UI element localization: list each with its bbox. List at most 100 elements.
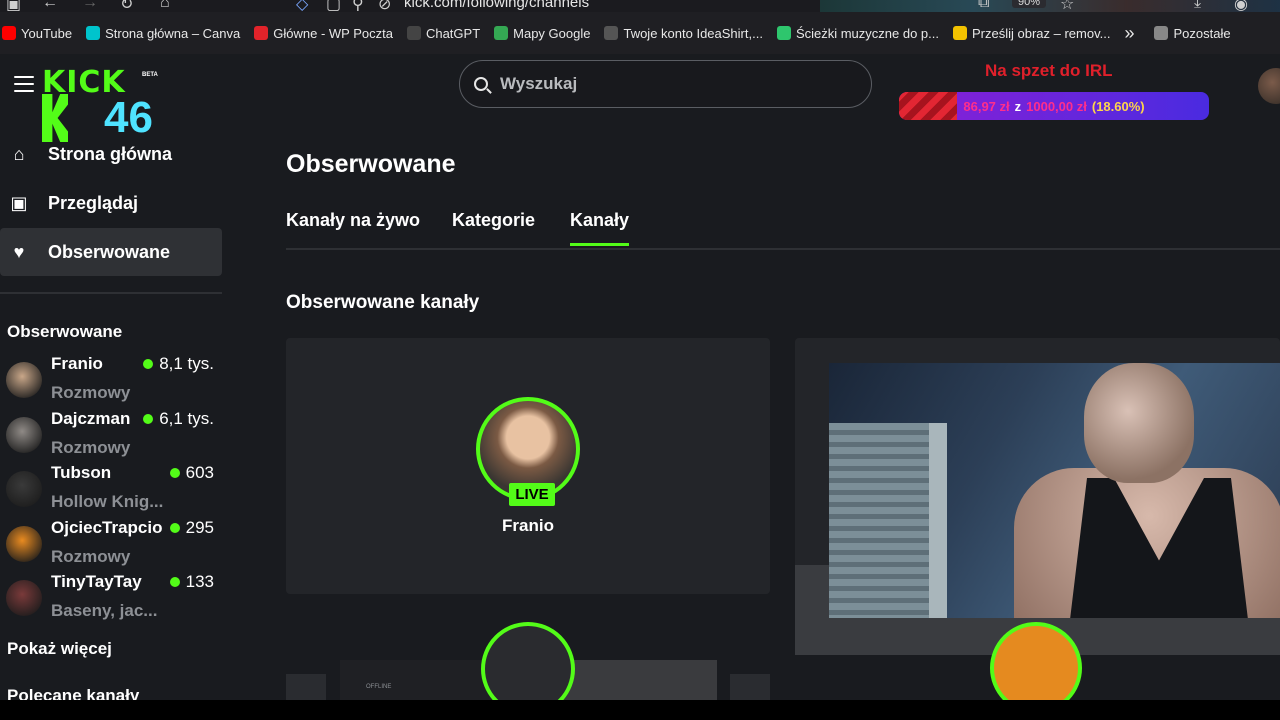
bookmark-item[interactable]: Główne - WP Poczta xyxy=(254,26,393,41)
channel-card-name[interactable]: Franio xyxy=(286,516,770,536)
live-dot-icon xyxy=(143,359,154,369)
channel-avatar xyxy=(6,471,42,507)
channel-name: TinyTayTay xyxy=(51,572,142,591)
channel-category: Rozmowy xyxy=(51,546,131,566)
bookmark-label: Prześlij obraz – remov... xyxy=(972,25,1111,41)
viewer-count: 603 xyxy=(169,463,214,483)
sidebar-channel[interactable]: Dajczman 6,1 tys. Rozmowy xyxy=(6,409,222,463)
live-dot-icon xyxy=(169,468,180,478)
user-avatar[interactable] xyxy=(1258,68,1280,104)
channel-name: Dajczman xyxy=(51,408,131,428)
bookmark-item[interactable]: YouTube xyxy=(2,26,72,41)
reload-icon[interactable]: ↻ xyxy=(120,0,133,12)
bookmark-label: ChatGPT xyxy=(425,25,481,41)
window-menu-icon[interactable]: ▣ xyxy=(6,0,21,12)
viewer-count: 6,1 tys. xyxy=(143,409,214,429)
folder-icon xyxy=(1154,26,1169,40)
viewer-count: 133 xyxy=(169,572,214,592)
tab-channels[interactable]: Kanały xyxy=(570,210,630,246)
window-frame xyxy=(929,423,947,618)
nav-following[interactable]: ♥ Obserwowane xyxy=(0,228,222,276)
nav-home-label: Strona główna xyxy=(48,143,173,164)
channel-avatar xyxy=(6,362,42,398)
sidebar-divider xyxy=(0,292,222,294)
kick-page: KICK BETA 46 Na spzet do IRL 86,97 zł z … xyxy=(0,54,1280,700)
tab-categories[interactable]: Kategorie xyxy=(452,210,535,245)
bookmark-item[interactable]: Strona główna – Canva xyxy=(86,26,240,41)
search-icon xyxy=(474,77,488,91)
back-arrow-icon[interactable]: ← xyxy=(42,0,58,12)
channel-category: Baseny, jac... xyxy=(51,601,158,620)
address-bar[interactable]: kick.com/following/channels xyxy=(404,0,589,11)
sidebar-channel[interactable]: Tubson 603 Hollow Knig... xyxy=(6,463,222,517)
bookmark-label: Główne - WP Poczta xyxy=(273,25,393,41)
channel-name: OjciecTrapcio xyxy=(51,517,163,537)
nav-browse[interactable]: ▣ Przeglądaj xyxy=(0,179,222,227)
bookmark-star-icon[interactable]: ☆ xyxy=(1060,0,1074,12)
bookmark-label: Ścieżki muzyczne do p... xyxy=(795,25,939,41)
extensions-icon[interactable]: ⧉ xyxy=(978,0,989,12)
hamburger-menu-icon[interactable] xyxy=(14,76,34,92)
viewer-count-value: 8,1 tys. xyxy=(159,354,214,373)
show-more-link[interactable]: Pokaż więcej xyxy=(7,639,112,659)
bookmark-label: Strona główna – Canva xyxy=(105,25,241,41)
card-preview xyxy=(730,674,770,700)
bookmarks-overflow-icon[interactable]: » xyxy=(1124,23,1134,44)
channel-avatar xyxy=(6,525,42,562)
viewer-count-value: 6,1 tys. xyxy=(159,408,214,428)
bookmark-item[interactable]: ChatGPT xyxy=(406,25,481,41)
forward-arrow-icon[interactable]: → xyxy=(82,0,98,12)
search-bar[interactable] xyxy=(459,60,872,108)
youtube-icon xyxy=(2,26,16,40)
streamer-head xyxy=(1084,363,1194,483)
nav-home[interactable]: ⌂ Strona główna xyxy=(0,130,222,178)
shield-icon[interactable]: ◇ xyxy=(296,0,308,12)
home-icon: ⌂ xyxy=(13,143,25,164)
bookmark-item[interactable]: Twoje konto IdeaShirt,... xyxy=(604,26,763,41)
sidebar-channel[interactable]: Franio 8,1 tys. Rozmowy xyxy=(6,354,222,408)
canva-icon xyxy=(86,26,101,40)
streamer-person xyxy=(974,363,1280,618)
tracking-icon[interactable]: ⊘ xyxy=(378,0,391,12)
bookmark-item[interactable]: Pozostałe xyxy=(1154,25,1231,41)
sidebar-channel[interactable]: TinyTayTay 133 Baseny, jac... xyxy=(6,572,222,626)
page-info-icon[interactable]: ▢ xyxy=(326,0,341,12)
bookmark-label: Pozostałe xyxy=(1173,25,1231,41)
browser-theme-background xyxy=(820,0,1280,12)
maps-pin-icon xyxy=(494,26,509,40)
viewer-count-value: 603 xyxy=(185,463,214,482)
page-title: Obserwowane xyxy=(286,150,456,178)
goal-percent: (18.60%) xyxy=(1091,98,1145,114)
tab-live-channels[interactable]: Kanały na żywo xyxy=(286,210,420,245)
permissions-icon[interactable]: ⚲ xyxy=(352,0,364,12)
search-input[interactable] xyxy=(500,74,840,94)
goal-target: 1000,00 zł xyxy=(1026,98,1087,114)
heart-icon: ♥ xyxy=(13,241,25,262)
wp-icon xyxy=(254,26,269,40)
channel-avatar[interactable] xyxy=(481,622,575,700)
channel-category: Rozmowy xyxy=(51,383,131,402)
sidebar-channel[interactable]: OjciecTrapcio 295 Rozmowy xyxy=(6,518,222,572)
browse-icon: ▣ xyxy=(10,192,28,213)
channel-category: Rozmowy xyxy=(51,437,131,457)
card-preview xyxy=(286,674,326,700)
channel-card-franio[interactable]: LIVE Franio xyxy=(286,338,770,594)
nav-following-label: Obserwowane xyxy=(48,241,171,262)
channel-category: Hollow Knig... xyxy=(51,492,164,511)
screen-bottom-border xyxy=(0,700,1280,720)
download-icon[interactable]: ⤓ xyxy=(1194,0,1201,12)
bookmark-item[interactable]: Prześlij obraz – remov... » xyxy=(953,23,1140,44)
chatgpt-icon xyxy=(406,26,421,40)
goal-current: 86,97 zł xyxy=(963,98,1010,114)
zoom-level[interactable]: 90% xyxy=(1012,0,1047,8)
live-dot-icon xyxy=(143,413,154,424)
bookmark-item[interactable]: Mapy Google xyxy=(494,26,590,41)
channel-name: Tubson xyxy=(51,463,112,482)
live-badge: LIVE xyxy=(509,483,555,506)
shirt-icon xyxy=(604,26,619,40)
following-header: Obserwowane xyxy=(7,322,123,341)
home-browser-icon[interactable]: ⌂ xyxy=(160,0,170,12)
account-icon[interactable]: ◉ xyxy=(1234,0,1248,12)
bookmark-item[interactable]: Ścieżki muzyczne do p... xyxy=(776,25,939,41)
live-dot-icon xyxy=(169,522,180,533)
